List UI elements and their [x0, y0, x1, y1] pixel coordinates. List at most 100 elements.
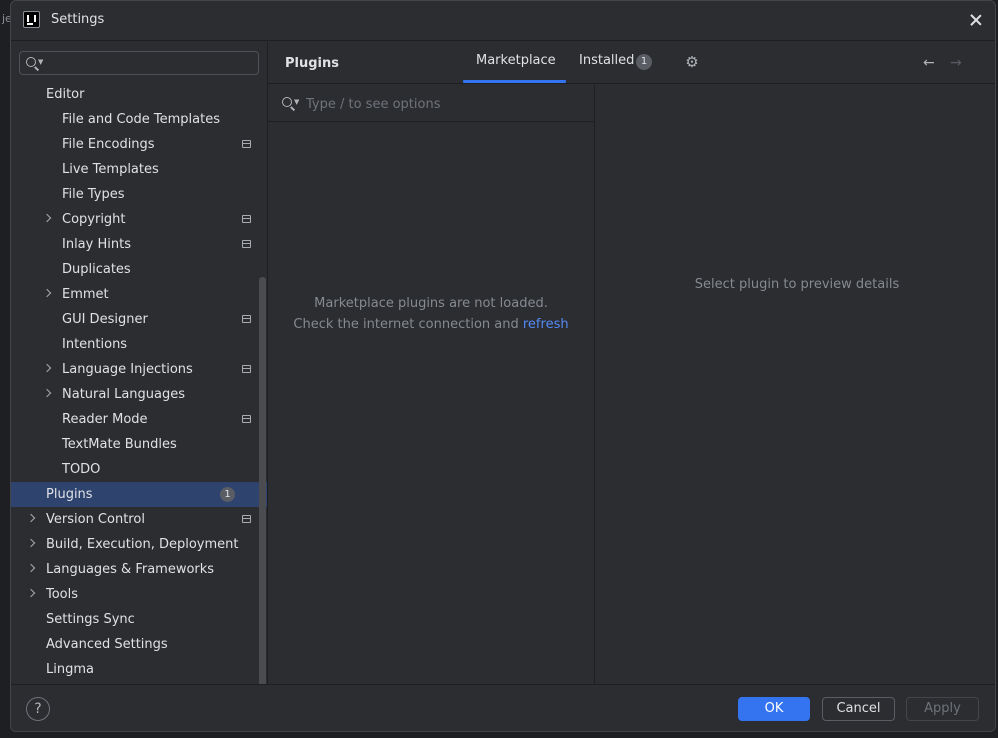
sidebar-item[interactable]: Languages & Frameworks — [11, 557, 267, 582]
search-options-caret-icon: ▼ — [38, 58, 44, 66]
sidebar-item[interactable]: Natural Languages — [11, 382, 267, 407]
chevron-right-icon[interactable] — [42, 213, 52, 223]
page-title: Plugins — [285, 56, 339, 71]
sidebar-item-label: Lingma — [46, 662, 94, 677]
cancel-button[interactable]: Cancel — [822, 697, 895, 721]
sidebar-item-label: Duplicates — [62, 262, 131, 277]
sidebar-item[interactable]: Tools — [11, 582, 267, 607]
ok-button[interactable]: OK — [738, 697, 810, 721]
sidebar-item[interactable]: Editor — [11, 82, 267, 107]
sidebar-item[interactable]: GUI Designer — [11, 307, 267, 332]
intellij-logo-icon — [23, 11, 40, 28]
empty-state-line-2: Check the internet connection and refres… — [268, 314, 594, 335]
chevron-right-icon[interactable] — [42, 363, 52, 373]
title-bar: Settings — [11, 1, 995, 41]
sidebar-item-label: Copyright — [62, 212, 126, 227]
active-tab-underline — [463, 80, 566, 83]
sidebar-item-label: Inlay Hints — [62, 237, 131, 252]
sidebar-item[interactable]: Emmet — [11, 282, 267, 307]
apply-button: Apply — [906, 697, 979, 721]
sidebar-item[interactable]: Intentions — [11, 332, 267, 357]
sidebar-item[interactable]: Duplicates — [11, 257, 267, 282]
sidebar-item-label: Build, Execution, Deployment — [46, 537, 239, 552]
settings-search-input[interactable]: ▼ — [19, 51, 259, 75]
sidebar-item[interactable]: Lingma — [11, 657, 267, 682]
sidebar-item-label: Advanced Settings — [46, 637, 168, 652]
sidebar-item[interactable]: File Encodings — [11, 132, 267, 157]
sidebar-item-label: Intentions — [62, 337, 128, 352]
tab-marketplace[interactable]: Marketplace — [476, 53, 556, 68]
arrow-left-icon[interactable]: ← — [923, 55, 935, 71]
sidebar-item-label: File Types — [62, 187, 125, 202]
sidebar-item-label: File Encodings — [62, 137, 155, 152]
sidebar-item-label: Reader Mode — [62, 412, 148, 427]
sidebar-item-label: Plugins — [46, 487, 93, 502]
empty-state-message: Marketplace plugins are not loaded. Chec… — [268, 293, 594, 335]
sidebar-item-label: TextMate Bundles — [62, 437, 177, 452]
search-icon — [282, 97, 292, 107]
plugin-search-bar: ▼ — [268, 85, 594, 122]
chevron-right-icon[interactable] — [26, 563, 36, 573]
chevron-right-icon[interactable] — [42, 288, 52, 298]
search-icon — [26, 57, 36, 67]
settings-tree: Editor File and Code Templates File Encodi… — [11, 82, 267, 682]
window-title: Settings — [51, 12, 105, 27]
sidebar-item-label: File and Code Templates — [62, 112, 220, 127]
sidebar-item-label: TODO — [62, 462, 101, 477]
gear-icon[interactable]: ⚙ — [684, 54, 700, 70]
sidebar-item-label: Natural Languages — [62, 387, 186, 402]
sidebar-item-label: Emmet — [62, 287, 109, 302]
refresh-link[interactable]: refresh — [523, 317, 569, 332]
sidebar-item[interactable]: TODO — [11, 457, 267, 482]
sidebar-item[interactable]: Advanced Settings — [11, 632, 267, 657]
plugin-detail-pane: Select plugin to preview details — [596, 85, 995, 684]
plugin-list: ▼ Marketplace plugins are not loaded. Ch… — [268, 85, 595, 684]
sidebar-item-label: GUI Designer — [62, 312, 148, 327]
plugins-header: Plugins Marketplace Installed 1 ⚙ ← → — [268, 42, 995, 84]
sidebar-item[interactable]: Build, Execution, Deployment — [11, 532, 267, 557]
project-scope-icon — [242, 515, 251, 523]
project-scope-icon — [242, 215, 251, 223]
sidebar-item-label: Languages & Frameworks — [46, 562, 215, 577]
sidebar-item-label: Version Control — [46, 512, 145, 527]
plugins-panel: Plugins Marketplace Installed 1 ⚙ ← → ▼ … — [267, 42, 995, 684]
search-options-caret-icon: ▼ — [294, 98, 300, 106]
project-scope-icon — [242, 315, 251, 323]
project-scope-icon — [242, 365, 251, 373]
sidebar-item[interactable]: File and Code Templates — [11, 107, 267, 132]
sidebar-item[interactable]: Settings Sync — [11, 607, 267, 632]
project-scope-icon — [242, 415, 251, 423]
empty-state-text: Check the internet connection and — [293, 317, 523, 332]
help-icon[interactable]: ? — [26, 697, 50, 721]
sidebar-item-label: Settings Sync — [46, 612, 135, 627]
count-badge: 1 — [220, 487, 235, 502]
chevron-right-icon[interactable] — [42, 388, 52, 398]
arrow-right-icon: → — [950, 55, 962, 71]
chevron-right-icon[interactable] — [26, 513, 36, 523]
project-scope-icon — [242, 240, 251, 248]
sidebar-item-label: Editor — [46, 87, 85, 102]
sidebar-item[interactable]: Inlay Hints — [11, 232, 267, 257]
sidebar-item-label: Tools — [46, 587, 79, 602]
tab-installed[interactable]: Installed — [579, 53, 634, 68]
empty-state-line-1: Marketplace plugins are not loaded. — [314, 296, 548, 311]
settings-dialog: Settings ▼ Editor File and Code Templates… — [10, 0, 996, 732]
sidebar-scrollbar[interactable] — [259, 277, 266, 725]
sidebar-item[interactable]: Copyright — [11, 207, 267, 232]
chevron-right-icon[interactable] — [26, 538, 36, 548]
sidebar-item[interactable]: Live Templates — [11, 157, 267, 182]
sidebar-item[interactable]: Language Injections — [11, 357, 267, 382]
sidebar-item[interactable]: File Types — [11, 182, 267, 207]
sidebar-item[interactable]: Version Control — [11, 507, 267, 532]
chevron-right-icon[interactable] — [26, 588, 36, 598]
project-scope-icon — [242, 140, 251, 148]
sidebar-item[interactable]: TextMate Bundles — [11, 432, 267, 457]
installed-count-badge: 1 — [636, 54, 652, 70]
detail-placeholder-text: Select plugin to preview details — [694, 277, 900, 292]
sidebar-item[interactable]: Plugins 1 — [11, 482, 267, 507]
dialog-footer: ? OK Cancel Apply — [11, 684, 995, 731]
sidebar-item[interactable]: Reader Mode — [11, 407, 267, 432]
close-icon[interactable] — [967, 11, 985, 29]
plugin-search-input[interactable] — [306, 94, 576, 114]
settings-sidebar: ▼ Editor File and Code Templates File Enco… — [11, 42, 267, 725]
